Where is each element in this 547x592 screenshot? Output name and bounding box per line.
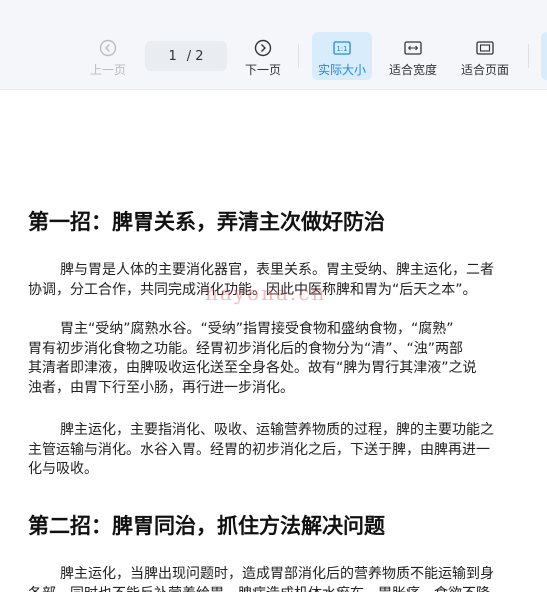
next-page-button[interactable]: 下一页 (243, 32, 283, 80)
current-page-input[interactable]: 1 (168, 49, 176, 64)
total-pages: 2 (195, 48, 204, 64)
actual-size-button[interactable]: 1:1 实际大小 (312, 32, 372, 80)
toolbar-overflow-button[interactable] (541, 32, 547, 80)
chevron-left-circle-icon (99, 38, 117, 58)
paragraph: 胃主“受纳”腐熟水谷。“受纳”指胃接受食物和盛纳食物，“腐熟” 胃有初步消化食物… (28, 321, 477, 396)
next-page-label: 下一页 (244, 63, 281, 77)
prev-page-button[interactable]: 上一页 (88, 32, 128, 80)
toolbar-divider (298, 44, 299, 68)
actual-size-icon: 1:1 (333, 38, 351, 58)
prev-page-label: 上一页 (89, 63, 126, 77)
paragraph: 脾主运化，主要指消化、吸收、运输营养物质的过程，脾的主要功能之 主管运输与消化。… (28, 422, 494, 477)
fit-page-button[interactable]: 适合页面 (459, 32, 511, 80)
chevron-right-circle-icon (254, 38, 272, 58)
viewer-toolbar: 上一页 1 / 2 下一页 1:1 实际大小 适合宽度 适合页面 (0, 0, 547, 90)
section-heading-2: 第二招：脾胃同治，抓住方法解决问题 (28, 513, 385, 538)
section-heading-1: 第一招：脾胃关系，弄清主次做好防治 (28, 209, 385, 234)
fit-page-icon (476, 38, 494, 58)
toolbar-divider (528, 44, 529, 68)
fit-page-label: 适合页面 (460, 63, 509, 77)
fit-width-button[interactable]: 适合宽度 (387, 32, 439, 80)
svg-text:1:1: 1:1 (336, 45, 347, 53)
fit-width-label: 适合宽度 (388, 63, 437, 77)
page-indicator[interactable]: 1 / 2 (145, 41, 227, 71)
page-separator: / (186, 48, 192, 64)
document-page: 第一招：脾胃关系，弄清主次做好防治 脾与胃是人体的主要消化器官，表里关系。胃主受… (0, 91, 547, 592)
actual-size-label: 实际大小 (317, 63, 366, 77)
fit-width-icon (404, 38, 422, 58)
paragraph: 脾与胃是人体的主要消化器官，表里关系。胃主受纳、脾主运化，二者 协调，分工合作，… (28, 262, 494, 298)
paragraph: 脾主运化，当脾出现问题时，造成胃部消化后的营养物质不能运输到身 各部，同时也不能… (28, 566, 494, 592)
